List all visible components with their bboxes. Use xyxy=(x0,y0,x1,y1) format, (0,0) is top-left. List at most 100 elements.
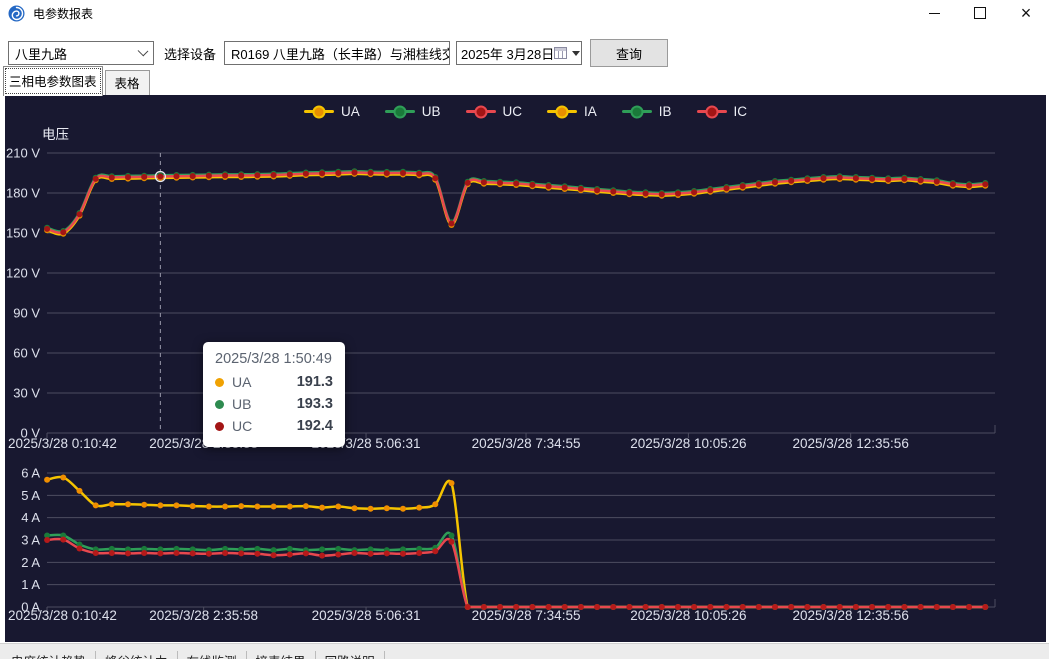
station-select[interactable]: 八里九路 xyxy=(8,41,154,65)
data-point xyxy=(918,604,924,610)
data-point xyxy=(675,604,681,610)
app-window: { "window": { "title": "电参数报表" }, "toolb… xyxy=(0,0,1049,658)
data-point xyxy=(416,550,422,556)
data-point xyxy=(901,176,907,182)
x-axis-tick-label: 2025/3/28 10:05:26 xyxy=(630,436,746,451)
data-point xyxy=(788,604,794,610)
legend-item-IB[interactable]: IB xyxy=(622,104,672,119)
data-point xyxy=(44,537,50,543)
data-point xyxy=(335,170,341,176)
charts-canvas[interactable]: 210 V180 V150 V120 V90 V60 V30 V0 V2025/… xyxy=(5,95,1046,642)
data-point xyxy=(626,190,632,196)
y-axis-tick-label: 120 V xyxy=(6,266,40,281)
data-point xyxy=(368,170,374,176)
tab-label: 三相电参数图表 xyxy=(9,75,97,89)
data-point xyxy=(497,180,503,186)
data-point xyxy=(449,221,455,227)
x-axis-tick-label: 2025/3/28 12:35:56 xyxy=(792,608,908,623)
data-point xyxy=(271,552,277,558)
data-point xyxy=(966,604,972,610)
data-point xyxy=(934,179,940,185)
title-bar: 电参数报表 × xyxy=(0,0,1049,26)
series-IA xyxy=(44,475,988,611)
data-point xyxy=(77,211,83,217)
data-point xyxy=(254,172,260,178)
data-point xyxy=(837,175,843,181)
data-point xyxy=(157,502,163,508)
data-point xyxy=(837,604,843,610)
date-picker[interactable]: 2025年 3月28日 xyxy=(456,41,582,65)
data-point xyxy=(659,191,665,197)
background-window-strip: 电度统计趋势峰谷统计力在线监测接表结果回路说明 xyxy=(0,643,1049,659)
tab-strip: 三相电参数图表 表格 xyxy=(0,73,1049,96)
legend-dot-icon xyxy=(474,105,487,118)
chevron-down-icon xyxy=(138,46,149,57)
data-point xyxy=(513,181,519,187)
data-point xyxy=(93,502,99,508)
data-point xyxy=(432,548,438,554)
data-point xyxy=(416,505,422,511)
tooltip-series-value: 193.3 xyxy=(297,396,333,412)
calendar-icon xyxy=(554,47,567,59)
minimize-button[interactable] xyxy=(911,0,957,26)
data-point xyxy=(804,177,810,183)
data-point xyxy=(44,226,50,232)
legend-item-UB[interactable]: UB xyxy=(385,104,441,119)
data-point xyxy=(384,550,390,556)
legend-swatch-icon xyxy=(304,110,334,113)
data-point xyxy=(174,502,180,508)
device-select[interactable]: R0169 八里九路（长丰路）与湘桂线交 xyxy=(224,41,450,65)
data-point xyxy=(885,177,891,183)
data-point xyxy=(513,604,519,610)
legend-item-IC[interactable]: IC xyxy=(697,104,748,119)
query-button-label: 查询 xyxy=(616,44,642,63)
tab-three-phase-chart[interactable]: 三相电参数图表 xyxy=(3,66,103,96)
close-icon: × xyxy=(1021,4,1032,22)
data-point xyxy=(562,604,568,610)
data-point xyxy=(287,552,293,558)
data-point xyxy=(724,185,730,191)
data-point xyxy=(319,546,325,552)
data-point xyxy=(303,171,309,177)
legend-label: IA xyxy=(584,104,597,119)
series-IB xyxy=(44,533,988,611)
data-point xyxy=(934,604,940,610)
close-button[interactable]: × xyxy=(1003,0,1049,26)
legend-item-UA[interactable]: UA xyxy=(304,104,360,119)
maximize-button[interactable] xyxy=(957,0,1003,26)
data-point xyxy=(449,480,455,486)
legend-item-UC[interactable]: UC xyxy=(466,104,523,119)
station-select-value: 八里九路 xyxy=(15,44,67,63)
legend-label: UA xyxy=(341,104,360,119)
data-point xyxy=(319,553,325,559)
y-axis-tick-label: 2 A xyxy=(21,555,40,570)
tab-label: 表格 xyxy=(115,77,140,91)
data-point xyxy=(594,604,600,610)
data-point xyxy=(659,604,665,610)
data-point xyxy=(578,186,584,192)
tooltip-series-label: UC xyxy=(232,418,252,434)
tab-table[interactable]: 表格 xyxy=(105,70,150,96)
data-point xyxy=(303,550,309,556)
data-point xyxy=(804,604,810,610)
chart-tooltip: 2025/3/28 1:50:49 UA191.3UB193.3UC192.4 xyxy=(203,342,345,447)
query-button[interactable]: 查询 xyxy=(590,39,668,67)
legend-item-IA[interactable]: IA xyxy=(547,104,597,119)
data-point xyxy=(352,550,358,556)
voltage-chart: 210 V180 V150 V120 V90 V60 V30 V0 V2025/… xyxy=(6,146,995,452)
voltage-chart-title: 电压 xyxy=(42,123,69,143)
data-point xyxy=(821,175,827,181)
data-point xyxy=(643,191,649,197)
data-point xyxy=(901,604,907,610)
data-point xyxy=(740,183,746,189)
data-point xyxy=(190,550,196,556)
data-point xyxy=(303,503,309,509)
data-point xyxy=(869,176,875,182)
legend-swatch-icon xyxy=(466,110,496,113)
data-point xyxy=(756,604,762,610)
data-point xyxy=(400,506,406,512)
data-point xyxy=(869,604,875,610)
chart-legend: UA UB UC IA IB IC xyxy=(5,104,1046,119)
data-point xyxy=(141,502,147,508)
y-axis-tick-label: 5 A xyxy=(21,488,40,503)
